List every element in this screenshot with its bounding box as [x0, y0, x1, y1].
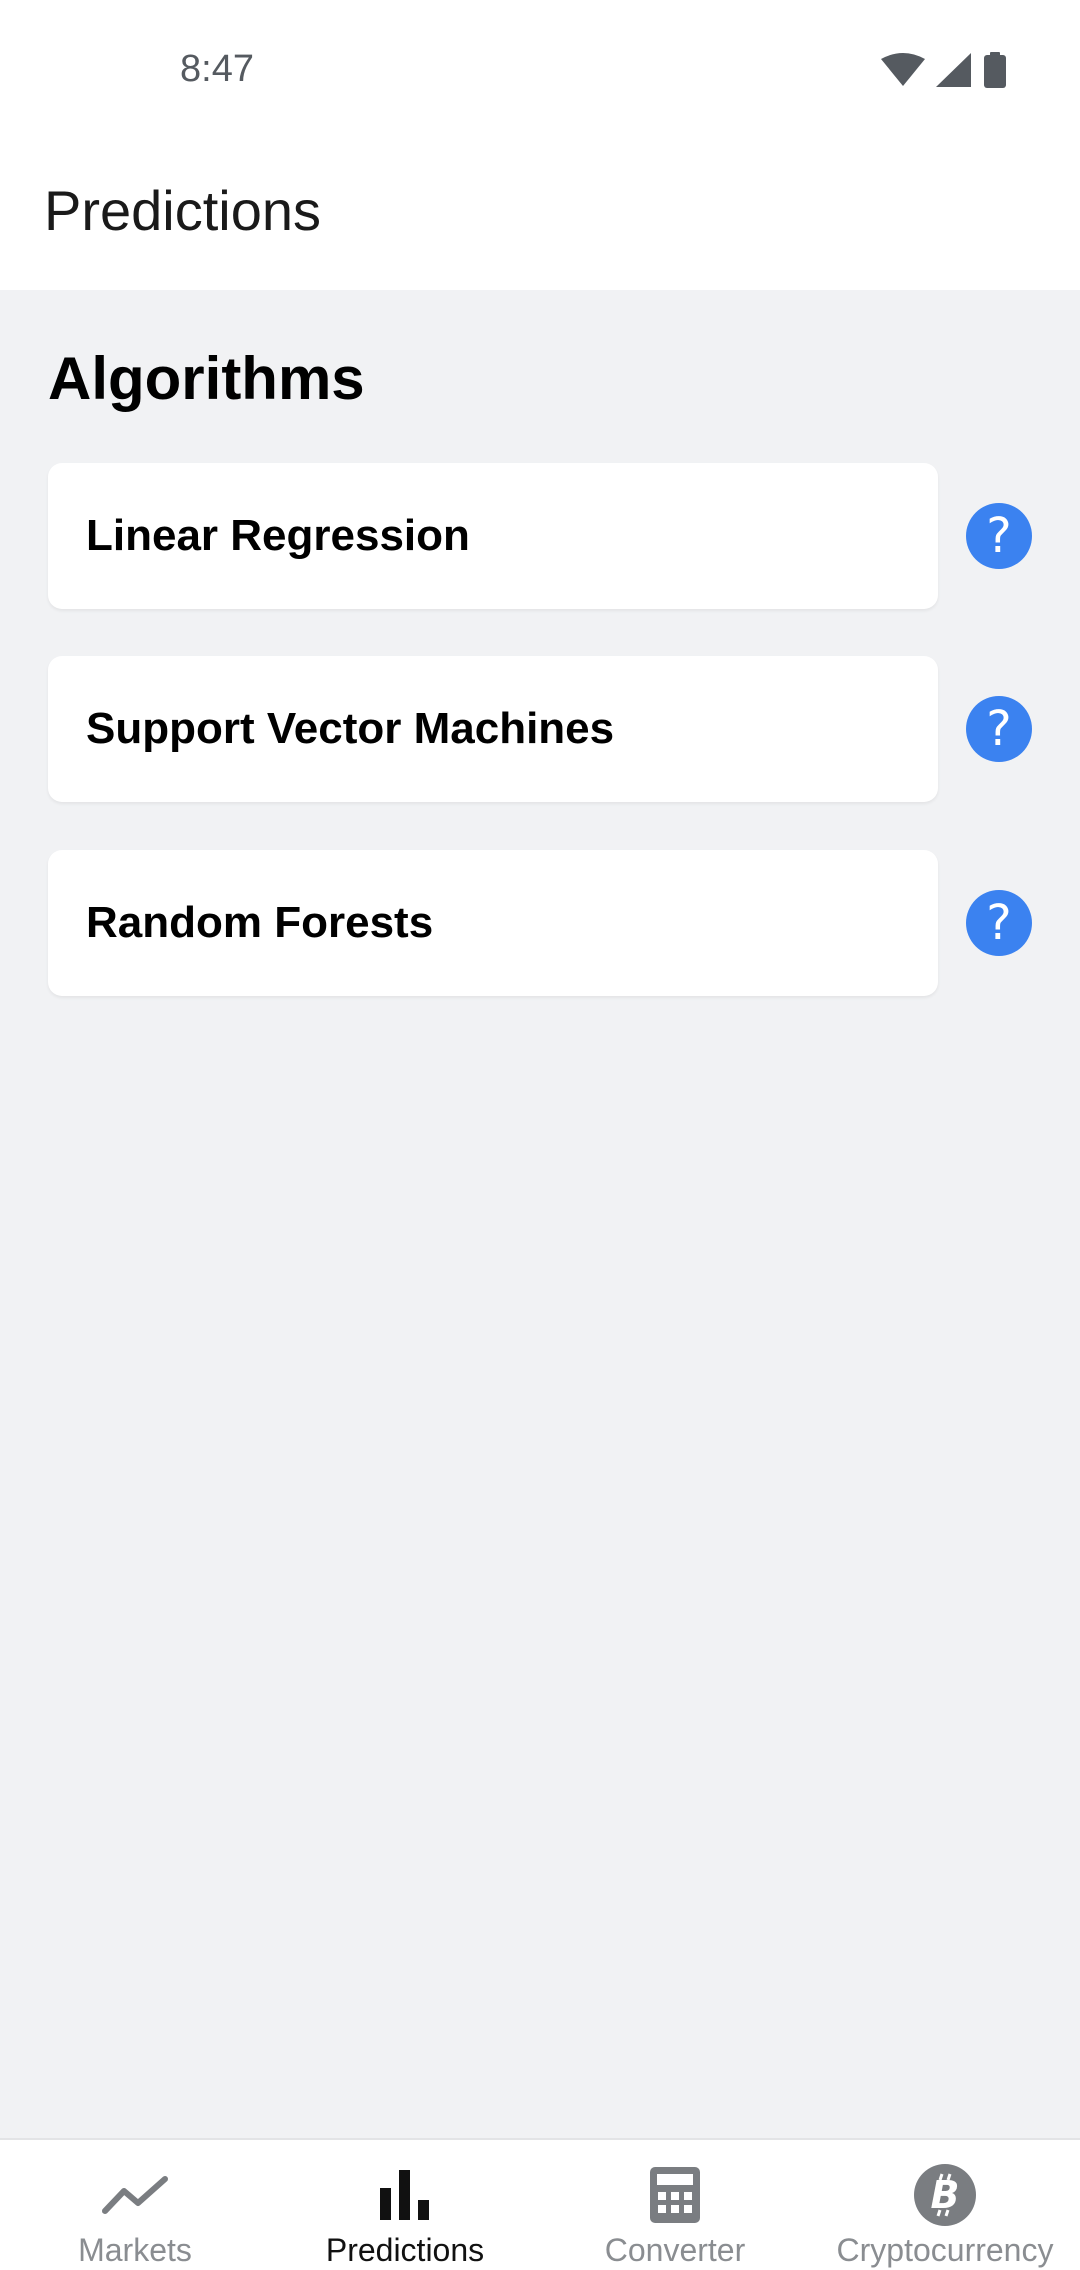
wifi-icon	[880, 53, 926, 87]
algorithm-row-random-forests: Random Forests ?	[48, 850, 1032, 996]
status-bar: 8:47	[0, 0, 1080, 140]
app-bar: Predictions	[0, 140, 1080, 290]
algorithm-card-random-forests[interactable]: Random Forests	[48, 850, 938, 996]
algorithm-card-support-vector-machines[interactable]: Support Vector Machines	[48, 656, 938, 802]
question-icon[interactable]: ?	[966, 696, 1032, 762]
cell-signal-icon	[936, 53, 972, 87]
nav-label: Markets	[78, 2232, 192, 2268]
section-title-algorithms: Algorithms	[48, 345, 365, 412]
page-title: Predictions	[44, 179, 322, 242]
predictions-screen: 8:47 Predictions Algorithms Linear Regre…	[0, 0, 1080, 2270]
algorithm-row-linear-regression: Linear Regression ?	[48, 463, 1032, 609]
nav-label: Predictions	[325, 2232, 485, 2268]
algorithm-label: Linear Regression	[86, 511, 470, 560]
nav-label: Cryptocurrency	[836, 2232, 1054, 2268]
bitcoin-icon: B	[910, 2160, 980, 2230]
status-icons	[880, 52, 1008, 88]
algorithm-label: Random Forests	[86, 898, 434, 947]
algorithm-label: Support Vector Machines	[86, 704, 615, 753]
question-icon[interactable]: ?	[966, 890, 1032, 956]
nav-item-cryptocurrency[interactable]: B Cryptocurrency	[810, 2140, 1080, 2270]
nav-label: Converter	[604, 2232, 746, 2268]
status-time: 8:47	[180, 48, 254, 90]
bottom-nav: Markets Predictions Converter B Cryptocu…	[0, 2138, 1080, 2270]
calculator-icon	[640, 2160, 710, 2230]
nav-item-converter[interactable]: Converter	[540, 2140, 810, 2270]
battery-icon	[982, 52, 1008, 88]
question-icon[interactable]: ?	[966, 503, 1032, 569]
bar-chart-icon	[370, 2160, 440, 2230]
algorithm-row-support-vector-machines: Support Vector Machines ?	[48, 656, 1032, 802]
algorithm-card-linear-regression[interactable]: Linear Regression	[48, 463, 938, 609]
svg-text:B: B	[931, 2173, 960, 2217]
nav-item-markets[interactable]: Markets	[0, 2140, 270, 2270]
nav-item-predictions[interactable]: Predictions	[270, 2140, 540, 2270]
main-content: Algorithms Linear Regression ? Support V…	[0, 290, 1080, 2140]
trending-line-icon	[100, 2160, 170, 2230]
